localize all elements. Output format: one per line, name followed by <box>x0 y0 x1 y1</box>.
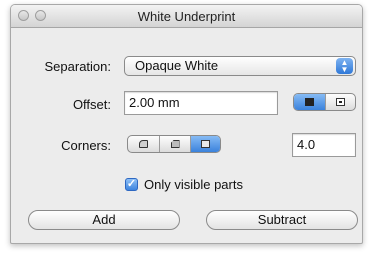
subtract-button[interactable]: Subtract <box>206 210 358 230</box>
inset-square-icon <box>336 98 345 106</box>
separation-value: Opaque White <box>135 58 219 73</box>
round-corner-icon <box>139 140 148 148</box>
add-button[interactable]: Add <box>28 210 180 230</box>
corners-segmented-control[interactable] <box>127 135 221 153</box>
white-underprint-window: White Underprint Separation: Opaque Whit… <box>10 4 363 244</box>
corner-bevel-option[interactable] <box>159 136 190 152</box>
separation-popup[interactable]: Opaque White ▲ ▼ <box>124 56 356 76</box>
fill-square-icon <box>305 98 314 106</box>
corner-round-option[interactable] <box>128 136 159 152</box>
bevel-corner-icon <box>170 140 180 148</box>
checkmark-icon: ✓ <box>126 178 137 190</box>
popup-arrows-icon: ▲ ▼ <box>336 58 353 74</box>
corner-square-option[interactable] <box>190 136 220 152</box>
offset-input[interactable]: 2.00 mm <box>124 91 278 115</box>
offset-label: Offset: <box>72 97 111 112</box>
only-visible-label[interactable]: Only visible parts <box>144 177 243 192</box>
window-title: White Underprint <box>137 9 236 24</box>
square-corner-icon <box>201 140 210 148</box>
offset-mode-segmented-control[interactable] <box>293 93 356 111</box>
corners-radius-input[interactable]: 4.0 <box>292 133 356 157</box>
offset-mode-fill[interactable] <box>294 94 325 110</box>
corners-label: Corners: <box>61 138 111 153</box>
separation-label: Separation: <box>44 59 112 74</box>
only-visible-checkbox[interactable]: ✓ <box>125 178 138 191</box>
title-bar: White Underprint <box>11 5 362 28</box>
offset-mode-inset[interactable] <box>325 94 355 110</box>
